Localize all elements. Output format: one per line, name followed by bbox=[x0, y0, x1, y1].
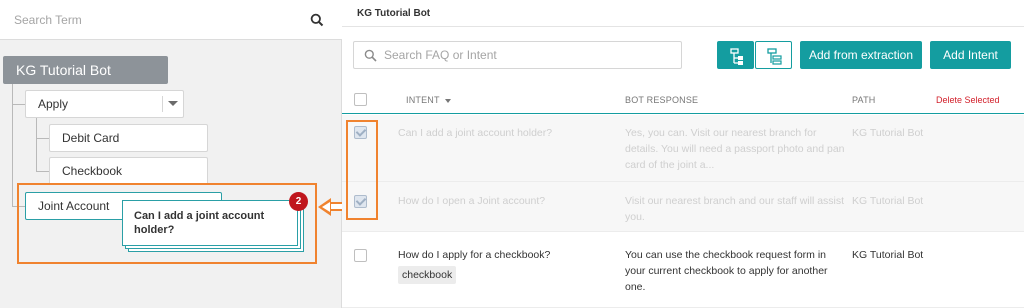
intent-tag[interactable]: checkbook bbox=[398, 266, 457, 284]
tree-connector bbox=[36, 138, 49, 139]
tree-view-icon bbox=[730, 48, 743, 65]
drop-target-highlight bbox=[17, 183, 317, 264]
list-view-button[interactable] bbox=[755, 41, 792, 69]
faq-search-box bbox=[353, 41, 682, 69]
intent-text: Can I add a joint account holder? bbox=[398, 127, 553, 139]
list-view-icon bbox=[767, 48, 782, 65]
bot-response-text: Visit our nearest branch and our staff w… bbox=[625, 193, 844, 225]
column-header-intent[interactable]: INTENT bbox=[406, 95, 451, 105]
search-icon[interactable] bbox=[310, 13, 324, 27]
tree-node-label: Apply bbox=[38, 97, 69, 111]
path-text: KG Tutorial Bot bbox=[852, 249, 924, 261]
table-row[interactable]: How do I open a Joint account? Visit our… bbox=[342, 182, 1024, 232]
term-search-input[interactable] bbox=[14, 10, 294, 30]
path-text: KG Tutorial Bot bbox=[852, 127, 924, 139]
column-header-bot-response: BOT RESPONSE bbox=[625, 95, 699, 105]
tree-connector bbox=[36, 171, 49, 172]
response-line: details. You will need a passport photo … bbox=[625, 143, 845, 155]
chevron-down-icon[interactable] bbox=[168, 101, 178, 106]
search-icon bbox=[364, 49, 377, 62]
response-line: You can use the checkbook request form i… bbox=[625, 249, 826, 261]
page-title: KG Tutorial Bot bbox=[357, 8, 431, 19]
add-from-extraction-button[interactable]: Add from extraction bbox=[800, 41, 922, 69]
add-intent-button[interactable]: Add Intent bbox=[930, 41, 1011, 69]
intent-text: How do I open a Joint account? bbox=[398, 195, 546, 207]
arrow-inner bbox=[322, 202, 330, 212]
response-line: Visit our nearest branch and our staff w… bbox=[625, 195, 845, 207]
faq-search-input[interactable] bbox=[384, 47, 669, 63]
response-line: you. bbox=[625, 211, 645, 223]
tree-node-checkbook[interactable]: Checkbook bbox=[49, 157, 208, 185]
response-line: Yes, you can. Visit our nearest branch f… bbox=[625, 127, 817, 139]
tree-connector bbox=[36, 118, 37, 171]
intent-text: How do I apply for a checkbook? bbox=[398, 249, 551, 261]
column-header-path: PATH bbox=[852, 95, 876, 105]
header-bar: KG Tutorial Bot bbox=[342, 0, 1024, 27]
column-label: INTENT bbox=[406, 95, 440, 105]
tree-root-node[interactable]: KG Tutorial Bot bbox=[3, 56, 168, 84]
tree-node-debit-card[interactable]: Debit Card bbox=[49, 124, 208, 152]
response-line: one. bbox=[625, 281, 646, 293]
selection-highlight bbox=[346, 120, 378, 220]
table-header: INTENT BOT RESPONSE PATH bbox=[342, 87, 1024, 114]
table-row[interactable]: Can I add a joint account holder? Yes, y… bbox=[342, 115, 1024, 182]
term-search-box bbox=[0, 0, 342, 40]
sort-caret-icon bbox=[444, 98, 451, 103]
tree-panel: KG Tutorial Bot Apply Debit Card Checkbo… bbox=[0, 0, 342, 308]
path-text: KG Tutorial Bot bbox=[852, 195, 924, 207]
bot-response-text: You can use the checkbook request form i… bbox=[625, 247, 828, 295]
delete-selected-link[interactable]: Delete Selected bbox=[936, 95, 1000, 105]
tree-connector bbox=[12, 104, 25, 105]
row-checkbox[interactable] bbox=[354, 249, 367, 262]
response-line: your current checkbook to apply for anot… bbox=[625, 265, 828, 277]
tree-view-button[interactable] bbox=[717, 41, 754, 69]
select-all-checkbox[interactable] bbox=[354, 93, 367, 106]
bot-response-text: Yes, you can. Visit our nearest branch f… bbox=[625, 125, 845, 173]
tree-connector bbox=[12, 84, 13, 207]
tree-node-apply[interactable]: Apply bbox=[25, 90, 184, 118]
response-line: card of the joint a... bbox=[625, 159, 715, 171]
node-divider bbox=[162, 96, 163, 112]
